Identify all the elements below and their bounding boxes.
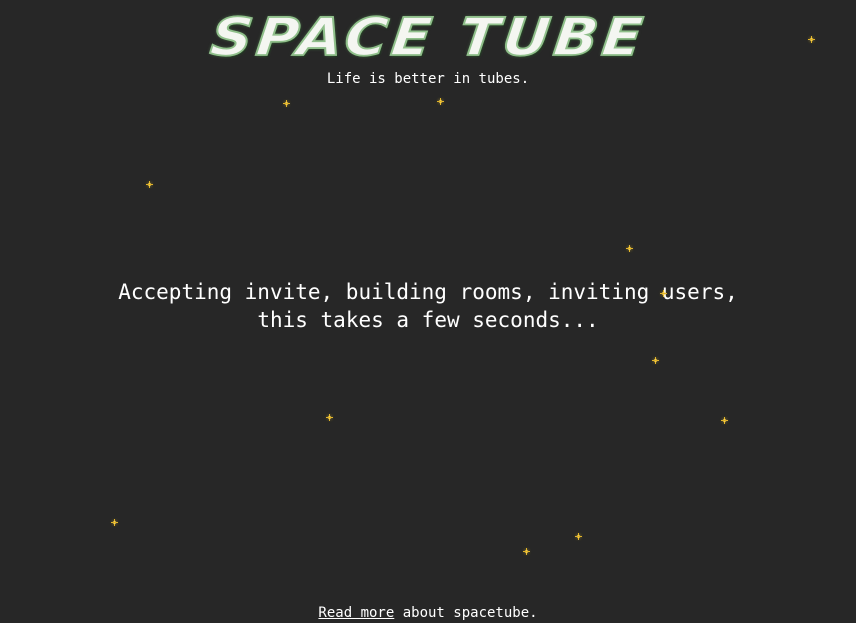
star-icon [283,100,290,107]
logo-text: SPACE TUBE [206,5,650,68]
star-icon [523,548,530,555]
star-icon [808,36,815,43]
star-icon [326,414,333,421]
star-icon [146,181,153,188]
read-more-link[interactable]: Read more [318,605,394,621]
star-icon [437,98,444,105]
star-icon [575,533,582,540]
status-message: Accepting invite, building rooms, inviti… [80,278,776,334]
star-icon [660,290,667,297]
status-line: this takes a few seconds... [257,308,599,332]
footer-text: about spacetube. [394,605,538,621]
footer: Read more about spacetube. [0,605,856,621]
star-icon [652,357,659,364]
logo: SPACE TUBE [0,5,856,68]
star-icon [626,245,633,252]
tagline: Life is better in tubes. [326,71,530,87]
star-icon [721,417,728,424]
status-line: Accepting invite, building rooms, inviti… [118,280,738,304]
star-icon [111,519,118,526]
